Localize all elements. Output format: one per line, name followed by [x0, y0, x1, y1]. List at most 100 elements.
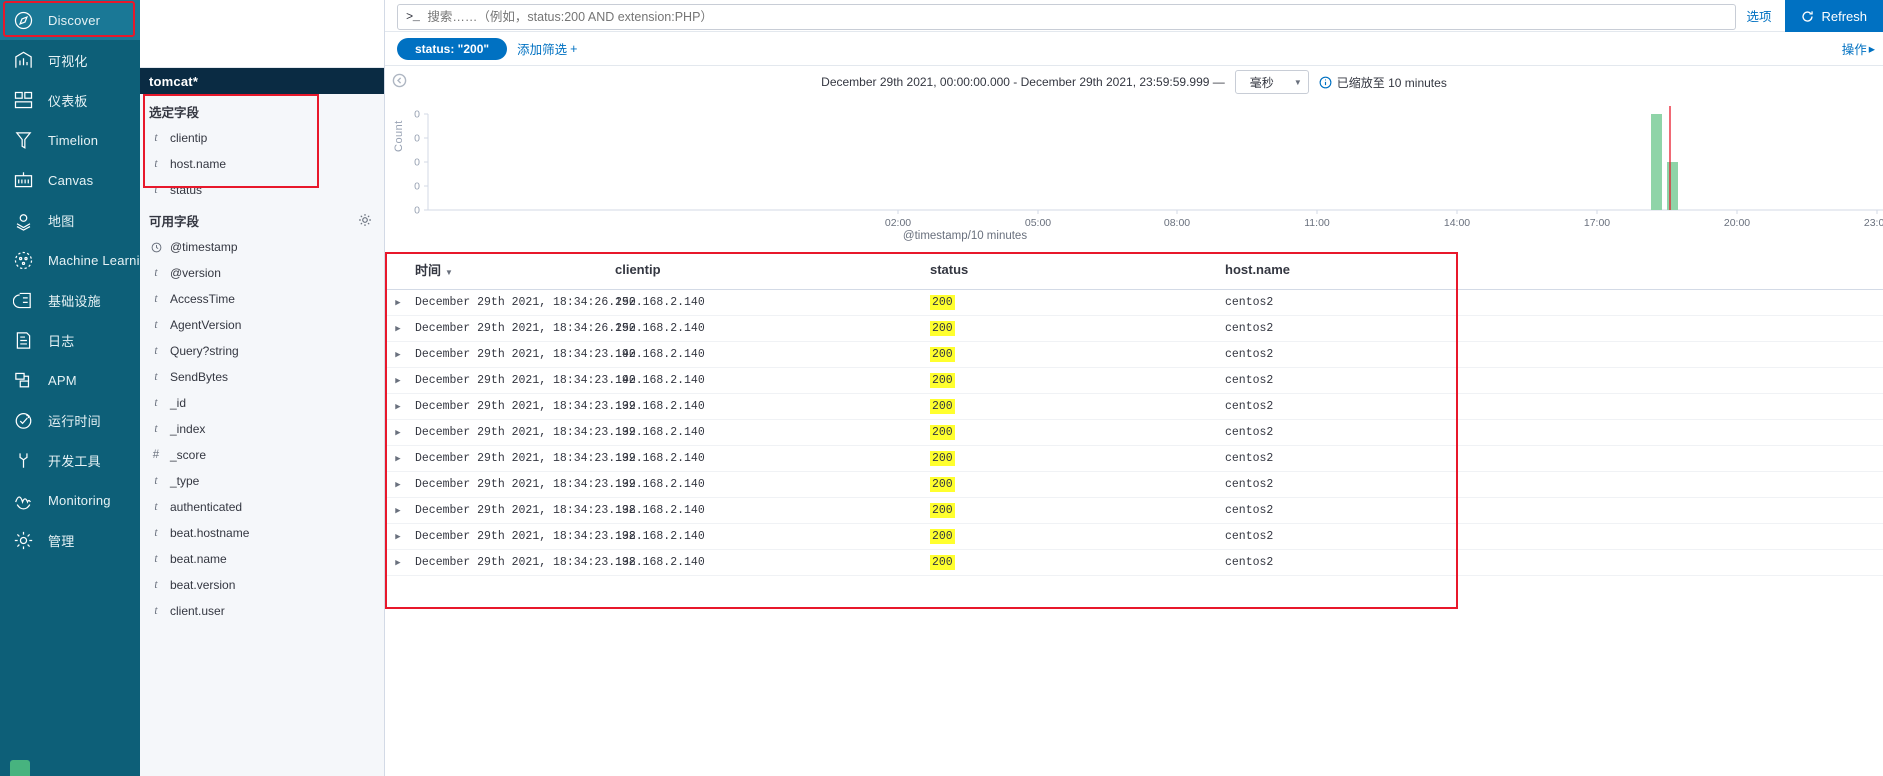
field-item-beat-name[interactable]: t beat.name	[140, 546, 384, 572]
table-body: ▶ December 29th 2021, 18:34:26.250 192.168…	[385, 289, 1883, 576]
expand-row-cell[interactable]: ▶	[385, 289, 411, 316]
field-item-authenticated[interactable]: t authenticated	[140, 494, 384, 520]
field-item-sendbytes[interactable]: t SendBytes	[140, 364, 384, 390]
field-name: _index	[170, 422, 206, 436]
interval-select[interactable]: 毫秒 ▼	[1234, 70, 1309, 94]
table-row[interactable]: ▶ December 29th 2021, 18:34:26.250 192.168…	[385, 315, 1883, 342]
chevron-right-icon[interactable]: ▶	[395, 558, 400, 568]
console-prompt-icon: >_	[406, 10, 420, 24]
sidebar-item-仪表板[interactable]: 仪表板	[0, 80, 140, 120]
expand-row-cell[interactable]: ▶	[385, 367, 411, 394]
sidebar-item-管理[interactable]: 管理	[0, 520, 140, 560]
filter-pill-status[interactable]: status: "200"	[397, 37, 508, 60]
field-type-string-icon: t	[154, 553, 158, 565]
chevron-right-icon[interactable]: ▶	[395, 324, 400, 334]
chevron-right-icon[interactable]: ▶	[395, 480, 400, 490]
column-header-status[interactable]: status	[926, 252, 1221, 290]
expand-row-cell[interactable]: ▶	[385, 341, 411, 368]
table-row[interactable]: ▶ December 29th 2021, 18:34:23.139 192.168…	[385, 419, 1883, 446]
column-header-clientip[interactable]: clientip	[611, 252, 926, 290]
table-row[interactable]: ▶ December 29th 2021, 18:34:23.138 192.168…	[385, 497, 1883, 524]
cell-hostname: centos2	[1221, 341, 1883, 368]
sort-caret-icon[interactable]: ▼	[445, 268, 453, 277]
field-type-string-icon: t	[154, 319, 158, 331]
sidebar-item-discover[interactable]: Discover	[0, 0, 140, 40]
search-input[interactable]	[427, 10, 1728, 24]
field-item--version[interactable]: t @version	[140, 260, 384, 286]
table-row[interactable]: ▶ December 29th 2021, 18:34:23.139 192.168…	[385, 445, 1883, 472]
field-item-host-name[interactable]: t host.name	[140, 151, 384, 177]
sidebar-item-开发工具[interactable]: 开发工具	[0, 440, 140, 480]
cell-hostname: centos2	[1221, 315, 1883, 342]
chevron-right-icon[interactable]: ▶	[395, 402, 400, 412]
expand-row-cell[interactable]: ▶	[385, 393, 411, 420]
sidebar-item-可视化[interactable]: 可视化	[0, 40, 140, 80]
sidebar-item-地图[interactable]: 地图	[0, 200, 140, 240]
table-row[interactable]: ▶ December 29th 2021, 18:34:23.138 192.168…	[385, 523, 1883, 550]
expand-row-cell[interactable]: ▶	[385, 497, 411, 524]
field-settings-gear-icon[interactable]	[358, 213, 374, 229]
field-item-client-user[interactable]: t client.user	[140, 598, 384, 624]
field-item-agentversion[interactable]: t AgentVersion	[140, 312, 384, 338]
cell-clientip: 192.168.2.140	[611, 549, 926, 576]
table-row[interactable]: ▶ December 29th 2021, 18:34:23.140 192.168…	[385, 367, 1883, 394]
column-label-clientip: clientip	[615, 262, 661, 277]
sidebar-item-timelion[interactable]: Timelion	[0, 120, 140, 160]
status-highlight: 200	[930, 321, 955, 336]
column-header-hostname[interactable]: host.name	[1221, 252, 1883, 290]
table-row[interactable]: ▶ December 29th 2021, 18:34:23.138 192.168…	[385, 549, 1883, 576]
histogram-chart[interactable]: Count 0 0 0 0 0 02:00 05:00 08:00 11:00 14:00 17:0…	[385, 98, 1883, 248]
chevron-right-icon[interactable]: ▶	[395, 532, 400, 542]
query-input-container[interactable]: >_	[397, 4, 1737, 30]
sidebar-item-日志[interactable]: 日志	[0, 320, 140, 360]
field-item-beat-hostname[interactable]: t beat.hostname	[140, 520, 384, 546]
field-type-string-icon: t	[154, 397, 158, 409]
field-name: AgentVersion	[170, 318, 242, 332]
sidebar-item-基础设施[interactable]: 基础设施	[0, 280, 140, 320]
query-options-button[interactable]: 选项	[1736, 4, 1781, 27]
expand-row-cell[interactable]: ▶	[385, 419, 411, 446]
sidebar-item-machine-learning[interactable]: Machine Learning	[0, 240, 154, 280]
sidebar-item-canvas[interactable]: Canvas	[0, 160, 140, 200]
field-item--type[interactable]: t _type	[140, 468, 384, 494]
cell-hostname: centos2	[1221, 393, 1883, 420]
actions-menu-button[interactable]: 操作 ▸	[1842, 39, 1875, 58]
expand-row-cell[interactable]: ▶	[385, 445, 411, 472]
column-header-time[interactable]: 时间 ▼	[411, 252, 611, 290]
add-filter-button[interactable]: 添加筛选 +	[517, 39, 577, 58]
field-item--score[interactable]: # _score	[140, 442, 384, 468]
chevron-right-icon[interactable]: ▶	[395, 376, 400, 386]
table-row[interactable]: ▶ December 29th 2021, 18:34:23.140 192.168…	[385, 341, 1883, 368]
wrench-icon	[12, 449, 34, 471]
field-item-query-string[interactable]: t Query?string	[140, 338, 384, 364]
chevron-right-icon[interactable]: ▶	[395, 428, 400, 438]
column-label-status: status	[930, 262, 969, 277]
chevron-right-icon[interactable]: ▶	[395, 506, 400, 516]
chevron-right-icon[interactable]: ▶	[395, 454, 400, 464]
field-item-status[interactable]: t status	[140, 177, 384, 203]
table-row[interactable]: ▶ December 29th 2021, 18:34:23.139 192.168…	[385, 393, 1883, 420]
table-row[interactable]: ▶ December 29th 2021, 18:34:26.250 192.168…	[385, 289, 1883, 316]
field-item-clientip[interactable]: t clientip	[140, 125, 384, 151]
sidebar-item-apm[interactable]: APM	[0, 360, 140, 400]
field-item--timestamp[interactable]: @timestamp	[140, 234, 384, 260]
column-label-hostname: host.name	[1225, 262, 1291, 277]
expand-row-cell[interactable]: ▶	[385, 471, 411, 498]
field-item-beat-version[interactable]: t beat.version	[140, 572, 384, 598]
chevron-right-icon[interactable]: ▶	[395, 298, 400, 308]
chevron-right-icon[interactable]: ▶	[395, 350, 400, 360]
field-item--index[interactable]: t _index	[140, 416, 384, 442]
expand-row-cell[interactable]: ▶	[385, 523, 411, 550]
cell-status: 200	[926, 393, 1221, 420]
field-item-accesstime[interactable]: t AccessTime	[140, 286, 384, 312]
index-pattern-selector[interactable]: tomcat*	[140, 68, 384, 94]
field-item--id[interactable]: t _id	[140, 390, 384, 416]
refresh-button[interactable]: Refresh	[1785, 0, 1883, 32]
expand-row-cell[interactable]: ▶	[385, 549, 411, 576]
table-row[interactable]: ▶ December 29th 2021, 18:34:23.139 192.168…	[385, 471, 1883, 498]
sidebar-item-运行时间[interactable]: 运行时间	[0, 400, 140, 440]
collapse-chart-icon[interactable]	[391, 72, 407, 88]
histogram-header: December 29th 2021, 00:00:00.000 - Decem…	[385, 66, 1883, 98]
sidebar-item-monitoring[interactable]: Monitoring	[0, 480, 140, 520]
expand-row-cell[interactable]: ▶	[385, 315, 411, 342]
